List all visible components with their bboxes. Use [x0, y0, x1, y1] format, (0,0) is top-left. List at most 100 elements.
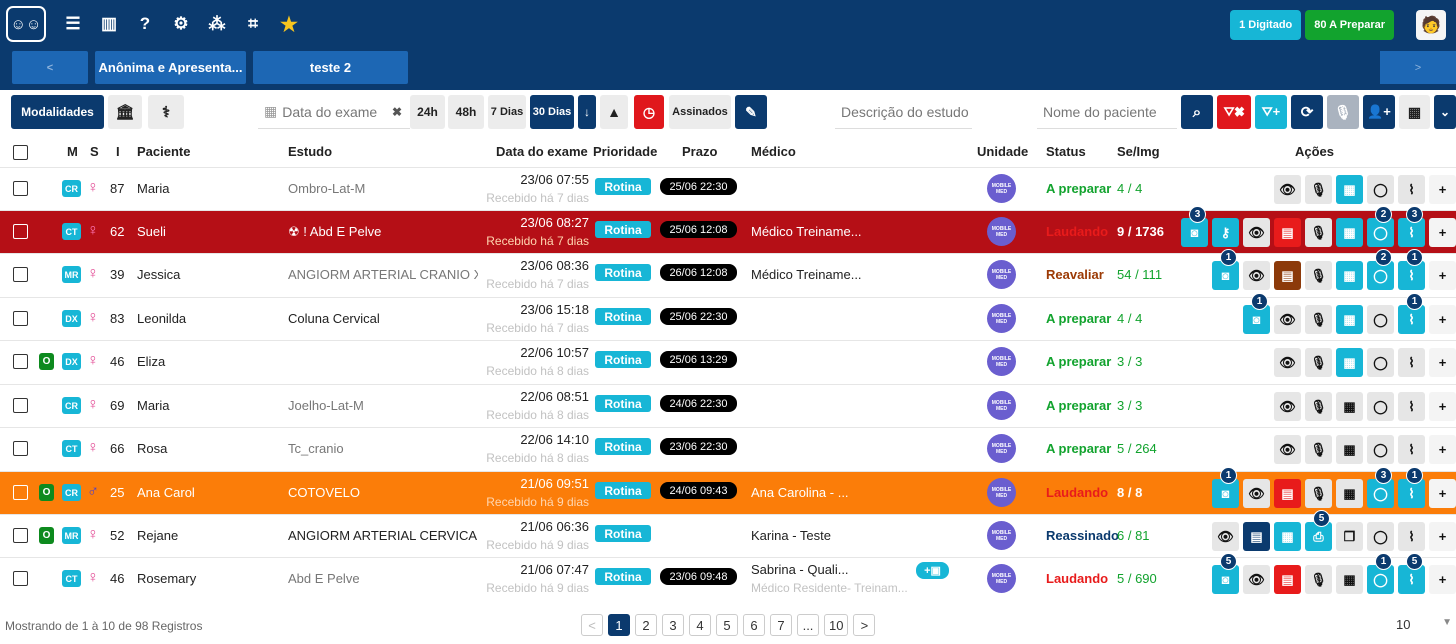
table-row[interactable]: CT ♀ 62 Sueli ☢ ! Abd E Pelve 23/06 08:2…: [0, 206, 1456, 253]
qr-icon[interactable]: ▦: [1336, 348, 1363, 377]
add-filter-icon[interactable]: ⛛+: [1255, 95, 1287, 129]
microphone-icon[interactable]: 🎙: [1305, 479, 1332, 508]
plus-icon[interactable]: +: [1429, 565, 1456, 594]
qr-icon[interactable]: ▦: [1336, 565, 1363, 594]
page-2[interactable]: 2: [635, 614, 657, 636]
comment-icon[interactable]: ◯: [1367, 435, 1394, 464]
comment-icon[interactable]: ◯: [1367, 175, 1394, 204]
plus-icon[interactable]: +: [1429, 522, 1456, 551]
paperclip-icon[interactable]: ⌇: [1398, 435, 1425, 464]
microphone-icon[interactable]: 🎙: [1327, 95, 1359, 129]
qr-icon[interactable]: ▦: [1336, 479, 1363, 508]
col-unidade[interactable]: Unidade: [977, 144, 1028, 159]
row-checkbox[interactable]: [13, 571, 28, 586]
eye-icon[interactable]: 👁: [1274, 305, 1301, 334]
microphone-icon[interactable]: 🎙: [1305, 218, 1332, 247]
patient-name-input[interactable]: Nome do paciente: [1037, 95, 1177, 129]
comment-icon[interactable]: ◯ 1: [1367, 553, 1394, 594]
camera-icon[interactable]: ◙ 3: [1181, 206, 1208, 247]
modalidades-button[interactable]: Modalidades: [11, 95, 104, 129]
copy-icon[interactable]: ❐: [1336, 522, 1363, 551]
eye-icon[interactable]: 👁: [1243, 479, 1270, 508]
plus-icon[interactable]: +: [1429, 218, 1456, 247]
qr-icon[interactable]: ▦: [1336, 218, 1363, 247]
camera-icon[interactable]: ◙ 5: [1212, 553, 1239, 594]
comment-icon[interactable]: ◯ 2: [1367, 249, 1394, 290]
eye-icon[interactable]: 👁: [1274, 392, 1301, 421]
col-i[interactable]: I: [116, 144, 120, 159]
page-size-select[interactable]: 10 ▼: [1396, 617, 1452, 632]
table-row[interactable]: CT ♀ 66 Rosa Tc_cranio 22/06 14:10 Receb…: [0, 427, 1456, 470]
table-row[interactable]: CR ♀ 87 Maria Ombro-Lat-M 23/06 07:55 Re…: [0, 167, 1456, 210]
add-report-button[interactable]: +▣: [916, 562, 949, 579]
description-input[interactable]: Descrição do estudo: [835, 95, 972, 129]
paperclip-icon[interactable]: ⌇: [1398, 175, 1425, 204]
page-1[interactable]: 1: [608, 614, 630, 636]
row-checkbox[interactable]: [13, 441, 28, 456]
sitemap-icon[interactable]: ⁂: [200, 7, 234, 41]
paperclip-icon[interactable]: ⌇ 3: [1398, 206, 1425, 247]
digitado-badge[interactable]: 1 Digitado: [1230, 10, 1302, 40]
eye-icon[interactable]: 👁: [1243, 261, 1270, 290]
comment-icon[interactable]: ◯: [1367, 522, 1394, 551]
col-status[interactable]: Status: [1046, 144, 1086, 159]
key-icon[interactable]: ⚷: [1212, 218, 1239, 247]
a-preparar-badge[interactable]: 80 A Preparar: [1305, 10, 1394, 40]
plus-icon[interactable]: +: [1429, 392, 1456, 421]
eye-icon[interactable]: 👁: [1243, 218, 1270, 247]
page-5[interactable]: 5: [716, 614, 738, 636]
plus-icon[interactable]: +: [1429, 479, 1456, 508]
page-6[interactable]: 6: [743, 614, 765, 636]
chart-icon[interactable]: ▥: [92, 7, 126, 41]
page-3[interactable]: 3: [662, 614, 684, 636]
clock-icon[interactable]: ◷: [634, 95, 664, 129]
qr-icon[interactable]: ▦: [1336, 175, 1363, 204]
page-10[interactable]: 10: [824, 614, 849, 636]
range-48h-button[interactable]: 48h: [448, 95, 484, 129]
plus-icon[interactable]: +: [1429, 348, 1456, 377]
select-all-checkbox[interactable]: [13, 145, 28, 160]
page-prev[interactable]: <: [581, 614, 603, 636]
refresh-icon[interactable]: ⟳: [1291, 95, 1323, 129]
row-checkbox[interactable]: [13, 398, 28, 413]
col-medico[interactable]: Médico: [751, 144, 796, 159]
col-estudo[interactable]: Estudo: [288, 144, 332, 159]
institution-icon[interactable]: 🏛: [108, 95, 142, 129]
star-icon[interactable]: ★: [272, 7, 306, 41]
tab-anonima[interactable]: Anônima e Apresenta...: [95, 51, 246, 84]
range-7d-button[interactable]: 7 Dias: [488, 95, 526, 129]
microphone-icon[interactable]: 🎙: [1305, 261, 1332, 290]
plus-icon[interactable]: +: [1429, 261, 1456, 290]
camera-icon[interactable]: ◙ 1: [1212, 249, 1239, 290]
row-checkbox[interactable]: [13, 181, 28, 196]
comment-icon[interactable]: ◯ 3: [1367, 467, 1394, 508]
print-icon[interactable]: ⎙ 5: [1305, 510, 1332, 551]
microphone-icon[interactable]: 🎙: [1305, 565, 1332, 594]
report-icon[interactable]: ▤: [1274, 479, 1301, 508]
row-checkbox[interactable]: [13, 267, 28, 282]
table-icon[interactable]: ▦: [1399, 95, 1430, 129]
scan-icon[interactable]: ⌗: [236, 7, 270, 41]
eye-icon[interactable]: 👁: [1274, 348, 1301, 377]
paperclip-icon[interactable]: ⌇: [1398, 522, 1425, 551]
sort-down-icon[interactable]: ↓: [578, 95, 596, 129]
page-ellipsis[interactable]: ...: [797, 614, 819, 636]
row-checkbox[interactable]: [13, 354, 28, 369]
eye-icon[interactable]: 👁: [1274, 435, 1301, 464]
eye-icon[interactable]: 👁: [1243, 565, 1270, 594]
paperclip-icon[interactable]: ⌇: [1398, 348, 1425, 377]
clear-date-icon[interactable]: ✖: [386, 95, 408, 129]
comment-icon[interactable]: ◯: [1367, 392, 1394, 421]
assinados-button[interactable]: Assinados: [669, 95, 731, 129]
col-m[interactable]: M: [67, 144, 78, 159]
comment-icon[interactable]: ◯: [1367, 305, 1394, 334]
doctor-filter-icon[interactable]: ⚕: [148, 95, 184, 129]
tab-next-button[interactable]: >: [1380, 51, 1456, 84]
table-row[interactable]: DX ♀ 83 Leonilda Coluna Cervical 23/06 1…: [0, 293, 1456, 340]
table-row[interactable]: CT ♀ 46 Rosemary Abd E Pelve 21/06 07:47…: [0, 553, 1456, 600]
range-30d-button[interactable]: 30 Dias: [530, 95, 574, 129]
plus-icon[interactable]: +: [1429, 305, 1456, 334]
qr-icon[interactable]: ▦: [1336, 261, 1363, 290]
page-next[interactable]: >: [853, 614, 876, 636]
comment-icon[interactable]: ◯: [1367, 348, 1394, 377]
